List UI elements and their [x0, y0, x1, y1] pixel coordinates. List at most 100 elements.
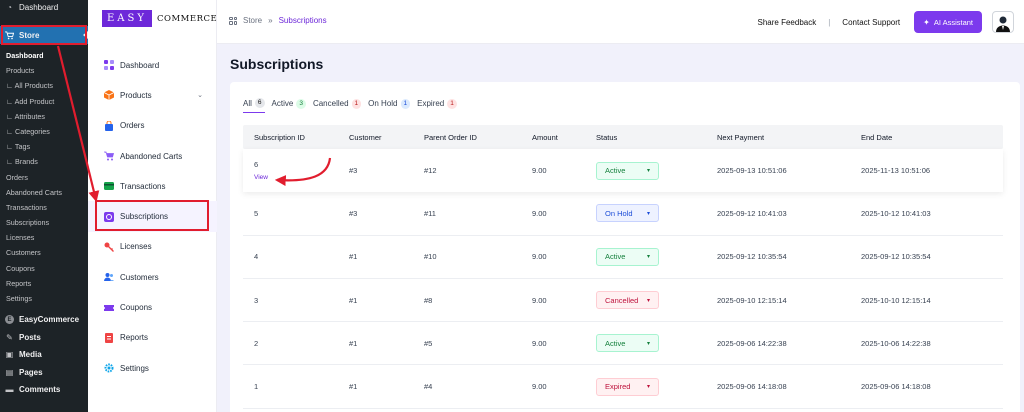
column-header[interactable]: End Date — [861, 133, 1001, 142]
nav-item-abandoned-carts[interactable]: Abandoned Carts — [88, 141, 217, 171]
nav-item-dashboard[interactable]: Dashboard — [88, 50, 217, 80]
wp-submenu-item[interactable]: ∟ Tags — [0, 139, 88, 154]
share-feedback-link[interactable]: Share Feedback — [758, 18, 817, 27]
wp-submenu-item[interactable]: Subscriptions — [0, 215, 88, 230]
amount-cell: 9.00 — [532, 382, 547, 392]
wp-menu-easycommerce[interactable]: E EasyCommerce — [0, 311, 88, 329]
nav-item-orders[interactable]: Orders — [88, 111, 217, 141]
column-header[interactable]: Customer — [349, 133, 424, 142]
nav-label: Dashboard — [120, 60, 160, 70]
page-icon: ▤ — [5, 367, 14, 377]
nav-item-reports[interactable]: Reports — [88, 323, 217, 353]
wp-submenu-item[interactable]: Transactions — [0, 200, 88, 215]
nav-item-licenses[interactable]: Licenses — [88, 232, 217, 262]
tab-on-hold[interactable]: On Hold 1 — [368, 98, 411, 113]
breadcrumb-store[interactable]: Store — [243, 16, 262, 25]
subscription-id: 2 — [254, 338, 259, 348]
wp-menu-media[interactable]: ▣ Media — [0, 346, 88, 364]
easycommerce-logo[interactable]: EASY COMMERCE — [102, 10, 217, 27]
avatar[interactable] — [992, 11, 1014, 33]
status-select[interactable]: Active ▾ — [596, 161, 659, 180]
wp-submenu-item[interactable]: Coupons — [0, 261, 88, 276]
wp-menu-pages[interactable]: ▤ Pages — [0, 364, 88, 382]
wp-submenu-item[interactable]: Licenses — [0, 230, 88, 245]
table-row[interactable]: 6 View #3 #12 9.00 Active ▾ 2025-09-13 10… — [243, 149, 1003, 192]
nav-item-transactions[interactable]: Transactions — [88, 171, 217, 201]
status-select[interactable]: Expired ▾ — [596, 377, 659, 396]
table-row[interactable]: 4 #1 #10 9.00 Active ▾ 2025-09-12 10:35:5… — [243, 236, 1003, 279]
end-date-cell: 2025-10-10 12:15:14 — [861, 295, 931, 305]
wp-submenu-item[interactable]: Settings — [0, 291, 88, 306]
customer-cell: #3 — [349, 166, 358, 176]
nav-label: Reports — [120, 333, 149, 343]
column-header[interactable]: Next Payment — [717, 133, 861, 142]
wp-menu-comments[interactable]: ▬ Comments — [0, 381, 88, 399]
wp-submenu-item[interactable]: Orders — [0, 170, 88, 185]
status-value: Active — [605, 166, 626, 176]
nav-item-products[interactable]: Products ⌄ — [88, 80, 217, 110]
subscriptions-table: Subscription ID Customer Parent Order ID… — [243, 125, 1003, 409]
wp-submenu-item[interactable]: ∟ Brands — [0, 154, 88, 169]
column-header[interactable]: Parent Order ID — [424, 133, 532, 142]
chevron-down-icon[interactable]: ⌄ — [197, 91, 203, 99]
wp-menu-posts[interactable]: ✎ Posts — [0, 329, 88, 347]
count-badge: 1 — [351, 98, 362, 109]
tab-label: Expired — [417, 99, 445, 108]
table-row[interactable]: 2 #1 #5 9.00 Active ▾ 2025-09-06 14:22:38… — [243, 322, 1003, 366]
annotation-box-subscriptions — [95, 200, 209, 231]
status-select[interactable]: Active ▾ — [596, 247, 659, 266]
column-header[interactable]: Status — [596, 133, 717, 142]
column-header[interactable]: Subscription ID — [243, 133, 349, 142]
wp-submenu-item[interactable]: ∟ All Products — [0, 78, 88, 93]
count-badge: 3 — [296, 98, 306, 109]
status-select[interactable]: Active ▾ — [596, 334, 659, 353]
dashboard-icon — [104, 60, 114, 71]
parent-order-cell: #12 — [424, 166, 437, 176]
media-icon: ▣ — [5, 350, 14, 360]
end-date-cell: 2025-09-06 14:18:08 — [861, 382, 931, 392]
wp-menu-label: Posts — [19, 332, 41, 342]
breadcrumb-current: Subscriptions — [278, 16, 327, 25]
status-select[interactable]: Cancelled ▾ — [596, 291, 659, 310]
tab-label: On Hold — [368, 99, 398, 108]
wp-submenu-item[interactable]: Dashboard — [0, 48, 88, 63]
ai-assistant-button[interactable]: ✦ AI Assistant — [914, 11, 982, 33]
table-row[interactable]: 3 #1 #8 9.00 Cancelled ▾ 2025-09-10 12:15… — [243, 279, 1003, 323]
wp-submenu-item[interactable]: Abandoned Carts — [0, 185, 88, 200]
view-link[interactable]: View — [254, 174, 349, 181]
parent-order-cell: #4 — [424, 382, 433, 392]
table-row[interactable]: 5 #3 #11 9.00 On Hold ▾ 2025-09-12 10:41:… — [243, 192, 1003, 236]
wp-submenu-item[interactable]: ∟ Attributes — [0, 109, 88, 124]
wp-submenu-item[interactable]: Products — [0, 63, 88, 78]
nav-item-settings[interactable]: Settings — [88, 353, 217, 383]
nav-item-coupons[interactable]: Coupons — [88, 292, 217, 322]
wp-admin-sidebar: ◔ Dashboard Store Dashboard Products ∟ A… — [0, 0, 88, 412]
table-row[interactable]: 1 #1 #4 9.00 Expired ▾ 2025-09-06 14:18:0… — [243, 365, 1003, 409]
tab-all[interactable]: All 6 — [243, 98, 265, 113]
wp-submenu-item[interactable]: ∟ Add Product — [0, 94, 88, 109]
wp-submenu-item[interactable]: Customers — [0, 245, 88, 260]
tab-active[interactable]: Active 3 — [272, 98, 306, 113]
status-select[interactable]: On Hold ▾ — [596, 204, 659, 223]
wp-submenu-item[interactable]: Reports — [0, 276, 88, 291]
amount-cell: 9.00 — [532, 208, 547, 218]
chevron-down-icon: ▾ — [646, 210, 650, 217]
gear-icon — [104, 363, 114, 373]
contact-support-link[interactable]: Contact Support — [842, 18, 900, 27]
wp-menu-dashboard[interactable]: ◔ Dashboard — [0, 0, 88, 15]
wp-menu-label: Comments — [19, 385, 61, 395]
wp-submenu-item[interactable]: ∟ Categories — [0, 124, 88, 139]
header-actions: Share Feedback | Contact Support ✦ AI As… — [758, 0, 1024, 44]
chevron-down-icon: ▾ — [646, 254, 650, 261]
column-header[interactable]: Amount — [532, 133, 596, 142]
transaction-icon — [104, 181, 114, 191]
subscriptions-card: All 6 Active 3 Cancelled 1 On Hold 1 Expired… — [230, 82, 1020, 412]
tab-cancelled[interactable]: Cancelled 1 — [313, 98, 362, 113]
customer-cell: #1 — [349, 382, 358, 392]
nav-label: Transactions — [120, 181, 166, 191]
nav-item-customers[interactable]: Customers — [88, 262, 217, 292]
next-payment-cell: 2025-09-13 10:51:06 — [717, 166, 787, 176]
tab-expired[interactable]: Expired 1 — [417, 98, 457, 113]
page-title: Subscriptions — [230, 56, 324, 72]
customer-cell: #1 — [349, 338, 358, 348]
